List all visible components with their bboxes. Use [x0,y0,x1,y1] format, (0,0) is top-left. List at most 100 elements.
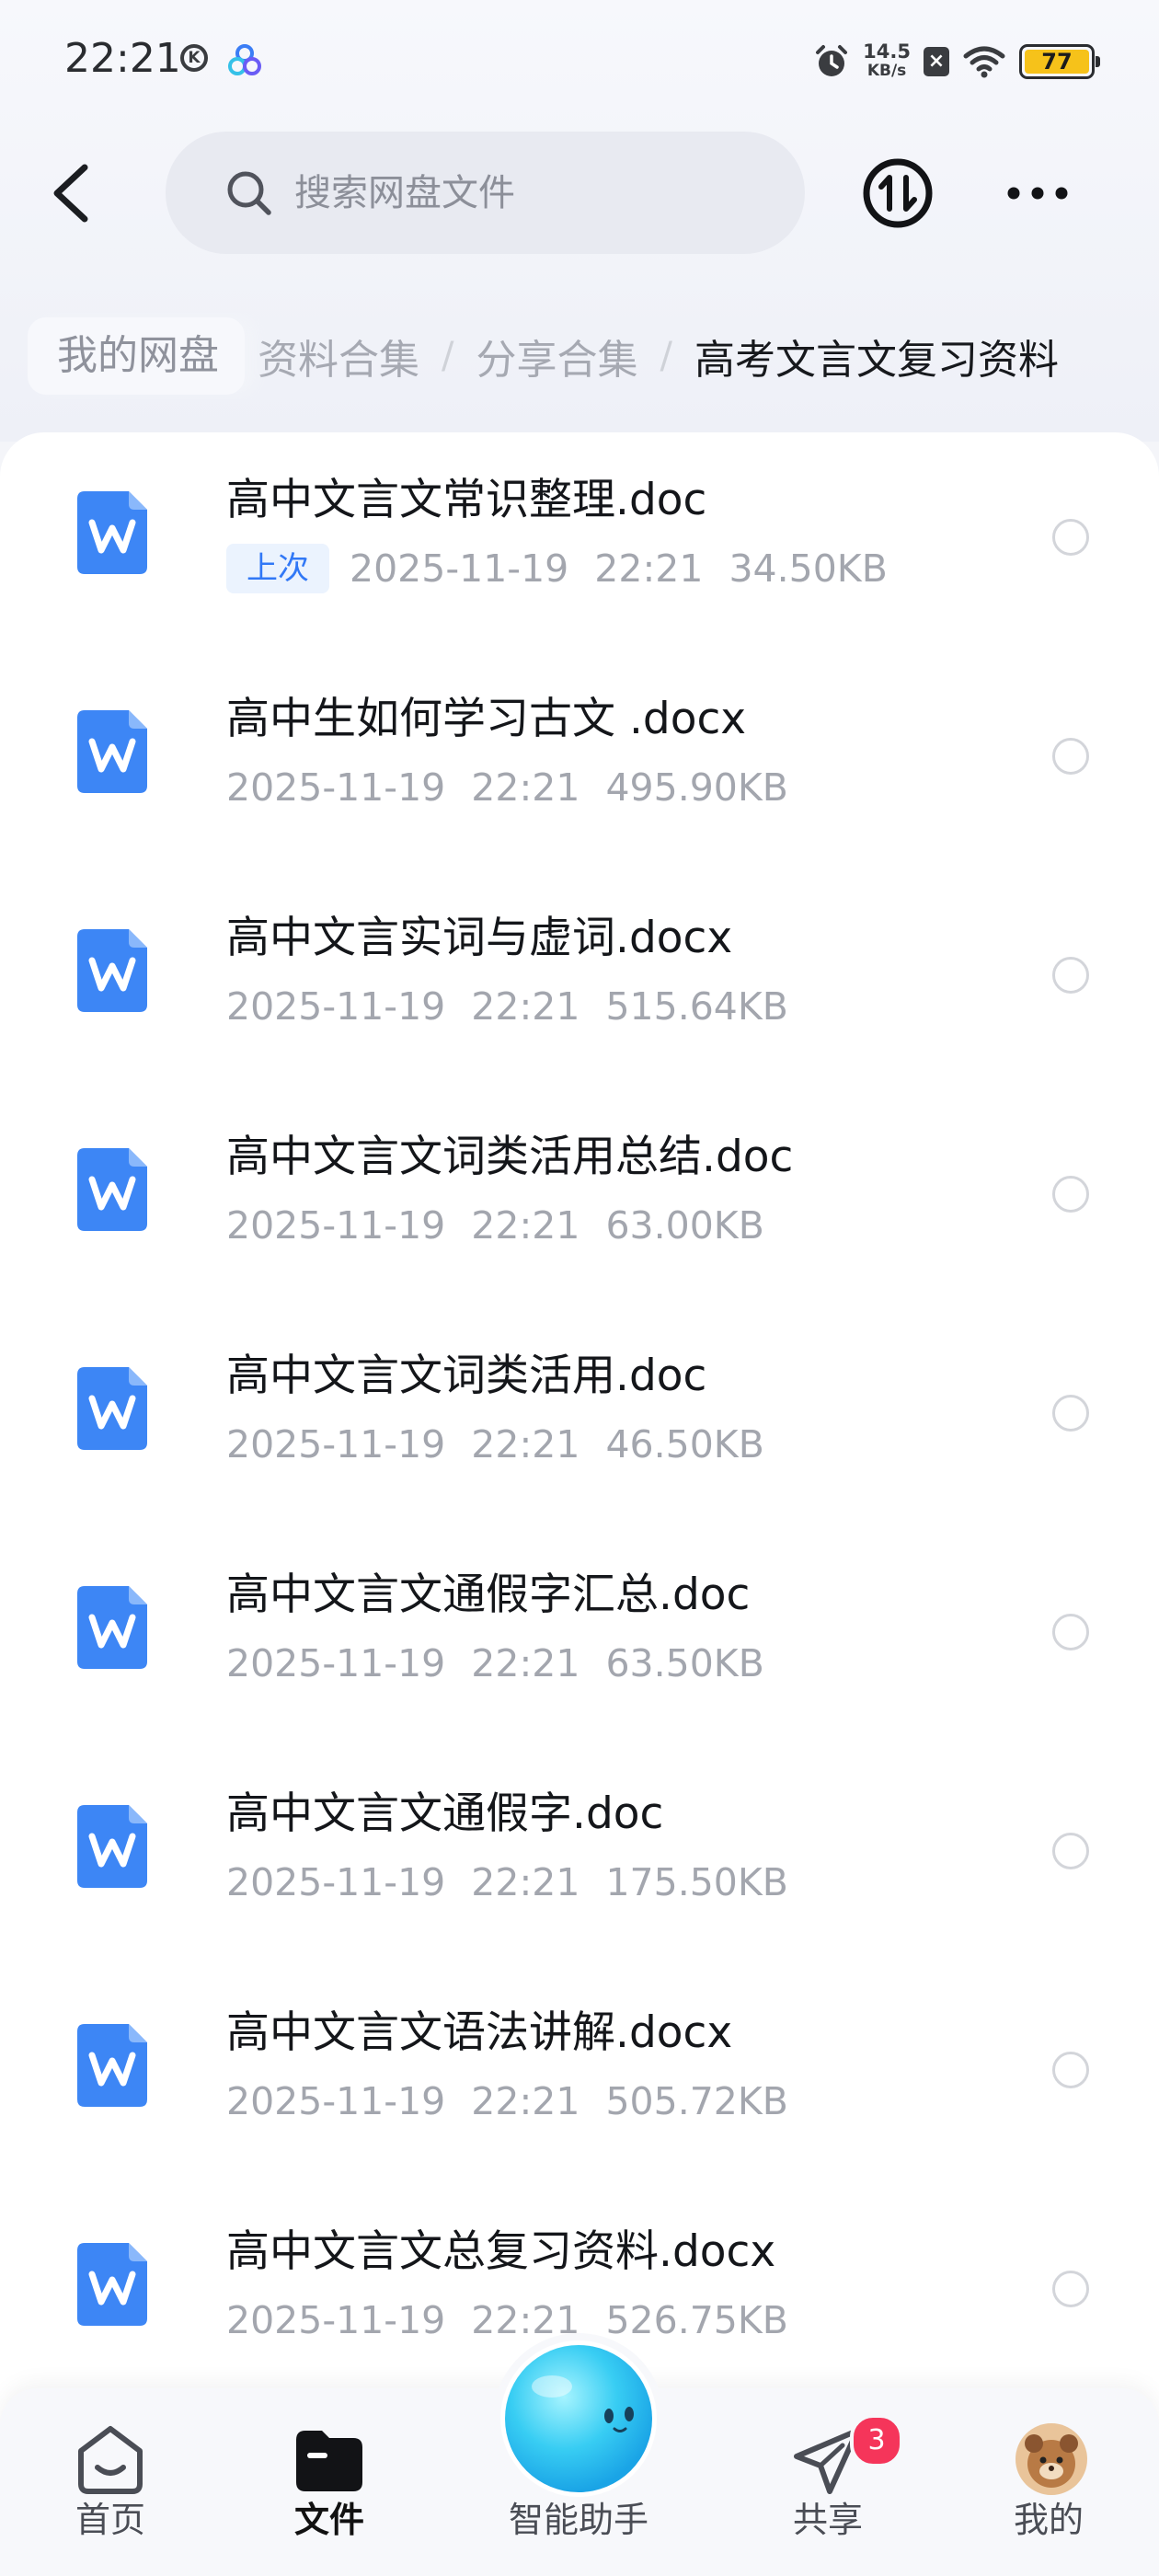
file-meta: 2025-11-19 22:21 515.64KB [226,981,788,1032]
search-icon [227,171,271,215]
nav-item-home[interactable]: 首页 [18,2388,202,2576]
file-row[interactable]: 高中文言文词类活用总结.doc 2025-11-19 22:21 63.00KB [0,1089,1159,1308]
select-radio[interactable] [1052,1614,1089,1650]
sim-disabled-icon: × [924,47,949,76]
home-icon [78,2426,143,2494]
k-circle-icon: K [180,44,208,72]
file-row[interactable]: 高中文言文语法讲解.docx 2025-11-19 22:21 505.72KB [0,1965,1159,2184]
network-speed: 14.5 KB/s [863,42,911,81]
word-doc-icon [77,1367,147,1450]
status-bar: 22:21 K 14.5 KB/s × 77 [0,0,1159,124]
file-size: 63.00KB [605,1203,764,1248]
more-icon [1007,187,1068,200]
file-time: 22:21 [471,984,580,1029]
chevron-left-icon [53,164,88,223]
file-time: 22:21 [471,1860,580,1904]
alarm-icon [816,45,848,76]
file-size: 175.50KB [605,1860,788,1904]
file-date: 2025-11-19 [226,1641,446,1685]
file-size: 495.90KB [605,765,788,810]
network-speed-unit: KB/s [866,62,907,80]
nav-item-share[interactable]: 3 共享 [736,2388,920,2576]
file-meta: 上次 2025-11-19 22:21 34.50KB [226,543,888,594]
breadcrumb-item[interactable]: 分享合集 [476,327,637,385]
file-size: 63.50KB [605,1641,764,1685]
file-row[interactable]: 高中文言文常识整理.doc 上次 2025-11-19 22:21 34.50K… [0,432,1159,651]
word-doc-icon [77,1805,147,1888]
file-meta: 2025-11-19 22:21 495.90KB [226,762,788,813]
share-count-badge: 3 [850,2414,903,2467]
app-notification-icon [228,44,261,75]
file-name: 高中文言文通假字.doc [226,1788,664,1839]
file-row[interactable]: 高中文言文通假字汇总.doc 2025-11-19 22:21 63.50KB [0,1527,1159,1746]
file-name: 高中文言文词类活用总结.doc [226,1132,794,1182]
file-size: 46.50KB [605,1422,764,1466]
word-doc-icon [77,1148,147,1231]
file-name: 高中文言文通假字汇总.doc [226,1570,751,1620]
file-meta: 2025-11-19 22:21 46.50KB [226,1419,764,1470]
nav-item-profile[interactable]: 我的 [957,2388,1141,2576]
search-bar[interactable]: 搜索网盘文件 [166,132,805,254]
file-date: 2025-11-19 [226,1203,446,1248]
select-radio[interactable] [1052,2271,1089,2307]
file-time: 22:21 [471,765,580,810]
nav-label: 共享 [792,2500,863,2540]
assistant-orb-icon[interactable] [500,2340,657,2497]
word-doc-icon [77,710,147,793]
word-doc-icon [77,2024,147,2107]
word-doc-icon [77,929,147,1012]
breadcrumb: 我的网盘 资料合集 / 分享合集 / 高考文言文复习资料 [28,313,1131,399]
select-radio[interactable] [1052,957,1089,994]
file-time: 22:21 [471,1422,580,1466]
nav-label: 文件 [293,2500,364,2540]
file-meta: 2025-11-19 22:21 526.75KB [226,2294,788,2346]
battery-level: 77 [1025,50,1089,74]
file-date: 2025-11-19 [226,2079,446,2123]
breadcrumb-item[interactable]: 资料合集 [258,327,419,385]
file-name: 高中文言文语法讲解.docx [226,2007,733,2058]
file-date: 2025-11-19 [226,765,446,810]
file-row[interactable]: 高中文言文通假字.doc 2025-11-19 22:21 175.50KB [0,1746,1159,1965]
select-radio[interactable] [1052,2052,1089,2088]
last-opened-badge: 上次 [226,544,329,593]
file-name: 高中生如何学习古文 .docx [226,694,747,744]
breadcrumb-trail: 资料合集 / 分享合集 / 高考文言文复习资料 [258,317,1059,395]
file-date: 2025-11-19 [226,1422,446,1466]
status-time: 22:21 [64,35,181,82]
select-radio[interactable] [1052,1395,1089,1432]
file-time: 22:21 [471,2298,580,2342]
file-meta: 2025-11-19 22:21 505.72KB [226,2076,788,2127]
nav-label: 我的 [1013,2500,1084,2540]
file-size: 515.64KB [605,984,788,1029]
back-button[interactable] [37,156,110,230]
avatar [1016,2423,1087,2495]
more-button[interactable] [1001,156,1074,230]
select-radio[interactable] [1052,1176,1089,1213]
select-radio[interactable] [1052,1833,1089,1869]
status-right-group: 14.5 KB/s × 77 [813,39,1100,85]
folder-icon [296,2431,362,2491]
file-name: 高中文言文总复习资料.docx [226,2226,776,2277]
search-input[interactable]: 搜索网盘文件 [294,170,515,216]
file-name: 高中文言实词与虚词.docx [226,913,733,963]
word-doc-icon [77,491,147,574]
breadcrumb-separator: / [442,335,454,377]
nav-label: 首页 [75,2500,145,2540]
transfer-button[interactable] [861,156,935,230]
file-time: 22:21 [594,546,704,591]
file-date: 2025-11-19 [226,1860,446,1904]
file-row[interactable]: 高中文言文词类活用.doc 2025-11-19 22:21 46.50KB [0,1308,1159,1527]
file-row[interactable]: 高中文言实词与虚词.docx 2025-11-19 22:21 515.64KB [0,870,1159,1089]
file-row[interactable]: 高中生如何学习古文 .docx 2025-11-19 22:21 495.90K… [0,651,1159,870]
select-radio[interactable] [1052,519,1089,556]
breadcrumb-separator: / [660,335,672,377]
file-meta: 2025-11-19 22:21 63.50KB [226,1638,764,1689]
file-date: 2025-11-19 [226,2298,446,2342]
transfer-icon [863,158,933,228]
file-size: 34.50KB [729,546,888,591]
wifi-icon [963,46,1005,78]
select-radio[interactable] [1052,738,1089,775]
file-name: 高中文言文词类活用.doc [226,1351,707,1401]
nav-item-files[interactable]: 文件 [237,2388,421,2576]
breadcrumb-home[interactable]: 我的网盘 [28,317,245,395]
